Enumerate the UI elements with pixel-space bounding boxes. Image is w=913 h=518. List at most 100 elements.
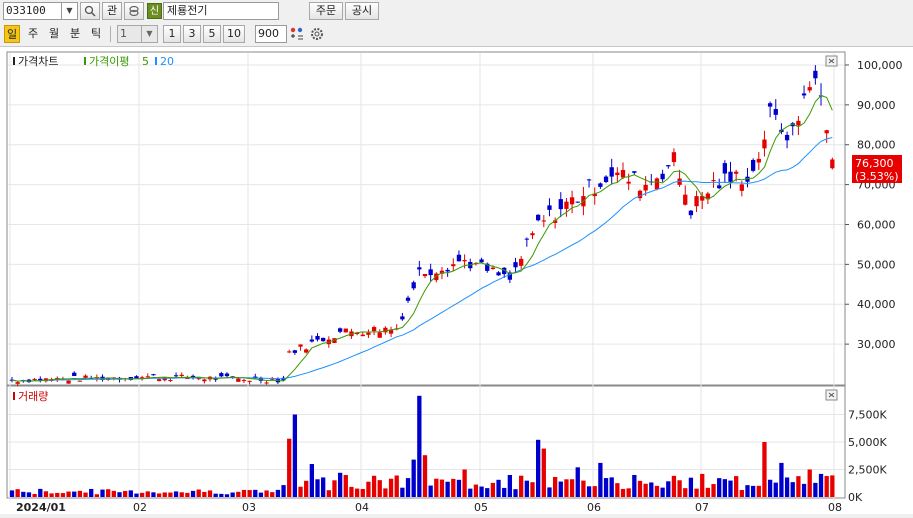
interval-3-button[interactable]: 3: [183, 25, 201, 43]
volume-bar: [439, 479, 445, 497]
volume-bar: [654, 485, 660, 497]
legend-marker: [13, 57, 15, 65]
volume-bar: [694, 488, 699, 497]
volume-bar: [824, 476, 829, 497]
candle-body: [236, 378, 241, 382]
volume-tick-label: 0K: [848, 491, 863, 504]
candle-body: [734, 171, 739, 174]
volume-panel-close-button[interactable]: [825, 389, 838, 401]
candle-body: [750, 159, 756, 171]
volume-bar: [394, 475, 399, 497]
candle-body: [371, 327, 377, 332]
price-tick-label: 100,000: [857, 59, 903, 72]
interval-select[interactable]: 1: [117, 25, 142, 43]
tab-daily[interactable]: 일: [4, 25, 20, 43]
candle-body: [666, 165, 671, 167]
interval-10-button[interactable]: 10: [223, 25, 245, 43]
zoom-arrows-button[interactable]: [289, 26, 305, 42]
candle-body: [620, 169, 626, 178]
tab-tick[interactable]: 틱: [88, 25, 104, 43]
volume-bar: [207, 490, 213, 497]
search-icon: [84, 5, 96, 17]
price-panel-close-button[interactable]: [825, 55, 838, 67]
search-button[interactable]: [80, 2, 100, 20]
candle-body: [541, 220, 546, 222]
volume-bar: [536, 439, 541, 497]
interval-1-button[interactable]: 1: [163, 25, 181, 43]
period-toolbar: 일 주 월 분 틱 1 ▼ 1 3 5 10 900: [0, 22, 913, 46]
candle-body: [598, 183, 603, 187]
price-tick-label: 50,000: [857, 258, 896, 271]
volume-bar: [349, 486, 354, 497]
volume-bar: [253, 489, 258, 497]
count-input[interactable]: 900: [255, 25, 287, 43]
volume-bar: [89, 488, 94, 497]
stock-code-input[interactable]: 033100: [3, 2, 62, 20]
new-listing-badge: 신: [147, 3, 162, 19]
volume-bar: [801, 483, 807, 497]
volume-bar: [55, 492, 60, 497]
volume-bar: [134, 493, 139, 497]
divider: [110, 26, 111, 42]
volume-bar: [722, 479, 727, 497]
volume-tick-label: 2,500K: [848, 464, 887, 477]
candlestick-chart[interactable]: 100,00090,00080,00070,00060,00050,00040,…: [0, 47, 913, 515]
volume-bar: [626, 488, 631, 497]
candle-body: [643, 184, 648, 191]
candle-body: [264, 382, 269, 384]
volume-panel-title: 거래량: [18, 390, 48, 403]
ma20-label: 20: [160, 55, 174, 68]
volume-bar: [705, 487, 711, 497]
volume-bar: [569, 479, 575, 497]
chevron-down-icon[interactable]: ▼: [142, 25, 158, 43]
chart-area[interactable]: 100,000 90,000 80,000 70,000 60,000 50,000 40,…: [0, 46, 913, 514]
volume-bar: [49, 493, 54, 497]
volume-bar: [649, 482, 654, 497]
candle-body: [360, 334, 365, 337]
volume-bar: [524, 480, 529, 497]
volume-bar: [807, 469, 812, 497]
candle-body: [377, 332, 382, 338]
candle-body: [626, 181, 631, 184]
candle-body: [558, 199, 563, 210]
interval-5-button[interactable]: 5: [203, 25, 221, 43]
candle-body: [830, 159, 835, 169]
candle-body: [717, 185, 722, 189]
volume-bar: [734, 476, 739, 497]
volume-bar: [366, 481, 371, 497]
volume-bar: [496, 479, 501, 497]
candle-body: [77, 380, 83, 382]
volume-bar: [106, 489, 111, 497]
link-button[interactable]: [124, 2, 144, 20]
candle-body: [524, 238, 529, 240]
volume-bar: [598, 462, 603, 497]
candle-body: [400, 316, 405, 320]
candle-body: [513, 262, 518, 268]
link-icon: [129, 5, 139, 17]
watchlist-button[interactable]: 관: [102, 2, 122, 20]
volume-bar: [434, 478, 439, 497]
volume-bar: [688, 477, 694, 497]
ma5-label: 5: [142, 55, 149, 68]
tab-minute[interactable]: 분: [67, 25, 83, 43]
chevron-down-icon[interactable]: ▼: [62, 2, 78, 20]
date-tick-label: 02: [133, 501, 147, 514]
gear-icon: [311, 28, 323, 40]
volume-bar: [315, 479, 320, 497]
volume-bar: [462, 469, 467, 497]
stock-name-field[interactable]: 제룡전기: [163, 2, 279, 20]
candle-body: [671, 152, 677, 163]
volume-bar: [411, 459, 416, 497]
candle-body: [615, 172, 620, 176]
candle-body: [304, 349, 309, 353]
tab-monthly[interactable]: 월: [46, 25, 62, 43]
order-button[interactable]: 주문: [309, 2, 343, 20]
volume-bar: [779, 462, 784, 497]
disclosure-button[interactable]: 공시: [345, 2, 379, 20]
tab-weekly[interactable]: 주: [25, 25, 41, 43]
volume-bar: [417, 395, 422, 497]
settings-button[interactable]: [309, 26, 325, 42]
candle-body: [15, 382, 20, 384]
volume-bar: [552, 476, 558, 497]
volume-tick-label: 5,000K: [848, 436, 887, 449]
